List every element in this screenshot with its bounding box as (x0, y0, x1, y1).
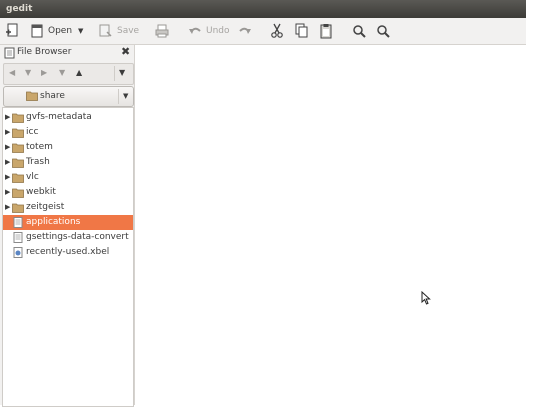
file-row[interactable]: recently-used.xbel (3, 245, 133, 260)
expander-icon[interactable]: ▶ (5, 113, 10, 121)
location-label: share (40, 91, 65, 101)
editor-area[interactable] (134, 45, 527, 405)
file-browser-nav-bar: ◀ ▼ ▶ ▼ ▲ ▼ (3, 63, 134, 85)
new-document-button[interactable] (5, 21, 19, 41)
item-name: vlc (26, 172, 39, 182)
file-row[interactable]: applications (3, 215, 133, 230)
back-icon[interactable]: ◀ (9, 68, 15, 77)
item-name: Trash (26, 157, 50, 167)
copy-button[interactable] (294, 21, 308, 41)
cut-button[interactable] (270, 21, 284, 41)
search-icon (353, 25, 366, 38)
folder-row[interactable]: ▶ gvfs-metadata (3, 110, 133, 125)
folder-row[interactable]: ▶ totem (3, 140, 133, 155)
scissors-icon (271, 23, 283, 38)
side-panel-title: File Browser (17, 47, 72, 57)
nav-separator (114, 66, 115, 81)
expander-icon[interactable]: ▶ (5, 173, 10, 181)
new-document-icon (6, 23, 18, 37)
folder-row[interactable]: ▶ zeitgeist (3, 200, 133, 215)
folder-row[interactable]: ▶ webkit (3, 185, 133, 200)
paste-icon (320, 24, 332, 39)
combo-separator (118, 89, 119, 104)
open-dropdown-icon[interactable]: ▼ (78, 27, 83, 35)
folder-icon (12, 113, 24, 123)
folder-row[interactable]: ▶ Trash (3, 155, 133, 170)
undo-icon (189, 27, 201, 34)
redo-button[interactable] (238, 21, 252, 41)
toolbar: Open ▼ Save Undo (0, 18, 526, 45)
window-title: gedit (6, 4, 33, 14)
search-replace-icon (377, 25, 390, 38)
folder-icon (26, 91, 38, 101)
mouse-pointer-icon (421, 291, 431, 305)
expander-icon[interactable]: ▶ (5, 158, 10, 166)
folder-icon (12, 188, 24, 198)
item-name: icc (26, 127, 39, 137)
item-name: gsettings-data-convert (26, 232, 129, 242)
up-arrow-icon[interactable]: ▲ (76, 68, 82, 77)
folder-icon (12, 173, 24, 183)
find-button[interactable] (352, 21, 366, 41)
expander-icon[interactable]: ▶ (5, 188, 10, 196)
item-name: gvfs-metadata (26, 112, 92, 122)
xml-file-icon (13, 247, 23, 258)
expander-icon[interactable]: ▶ (5, 143, 10, 151)
open-document-icon (31, 24, 43, 38)
folder-icon (12, 203, 24, 213)
side-panel: File Browser ✖ ◀ ▼ ▶ ▼ ▲ ▼ share ▼ ▶ gvfs… (0, 45, 134, 407)
folder-icon (12, 143, 24, 153)
save-label: Save (117, 26, 140, 36)
side-panel-header: File Browser ✖ (0, 45, 134, 61)
file-tree: ▶ gvfs-metadata ▶ icc ▶ totem ▶ Trash ▶ vlc ▶ webki… (2, 107, 134, 407)
open-label: Open (48, 26, 73, 36)
print-icon (155, 24, 169, 38)
expander-icon[interactable]: ▶ (5, 128, 10, 136)
print-button[interactable] (155, 21, 169, 41)
open-button[interactable]: Open ▼ (30, 21, 83, 41)
text-file-icon (13, 217, 23, 228)
item-name: webkit (26, 187, 56, 197)
item-name: zeitgeist (26, 202, 65, 212)
paste-button[interactable] (319, 21, 333, 41)
close-icon[interactable]: ✖ (121, 45, 130, 58)
gedit-window: gedit Open ▼ Save Undo File Browser ✖ ◀ … (0, 0, 527, 407)
item-name: recently-used.xbel (26, 247, 110, 257)
find-replace-button[interactable] (376, 21, 390, 41)
forward-icon[interactable]: ▶ (41, 68, 47, 77)
folder-icon (12, 128, 24, 138)
back-history-dropdown-icon[interactable]: ▼ (25, 68, 31, 77)
folder-icon (12, 158, 24, 168)
undo-label: Undo (206, 26, 230, 36)
folder-row[interactable]: ▶ vlc (3, 170, 133, 185)
location-combo[interactable]: share ▼ (3, 86, 134, 107)
item-name: applications (26, 217, 81, 227)
text-file-icon (13, 232, 23, 243)
save-icon (99, 24, 112, 37)
item-name: totem (26, 142, 53, 152)
folder-row[interactable]: ▶ icc (3, 125, 133, 140)
nav-menu-dropdown-icon[interactable]: ▼ (119, 68, 125, 77)
file-browser-icon (4, 47, 15, 59)
redo-icon (239, 27, 251, 34)
desktop-edge (526, 0, 540, 405)
title-bar[interactable]: gedit (0, 0, 526, 18)
save-button[interactable]: Save (99, 21, 139, 41)
undo-button[interactable]: Undo (188, 21, 230, 41)
file-row[interactable]: gsettings-data-convert (3, 230, 133, 245)
forward-history-dropdown-icon[interactable]: ▼ (59, 68, 65, 77)
copy-icon (295, 23, 308, 38)
chevron-down-icon[interactable]: ▼ (123, 92, 128, 100)
expander-icon[interactable]: ▶ (5, 203, 10, 211)
